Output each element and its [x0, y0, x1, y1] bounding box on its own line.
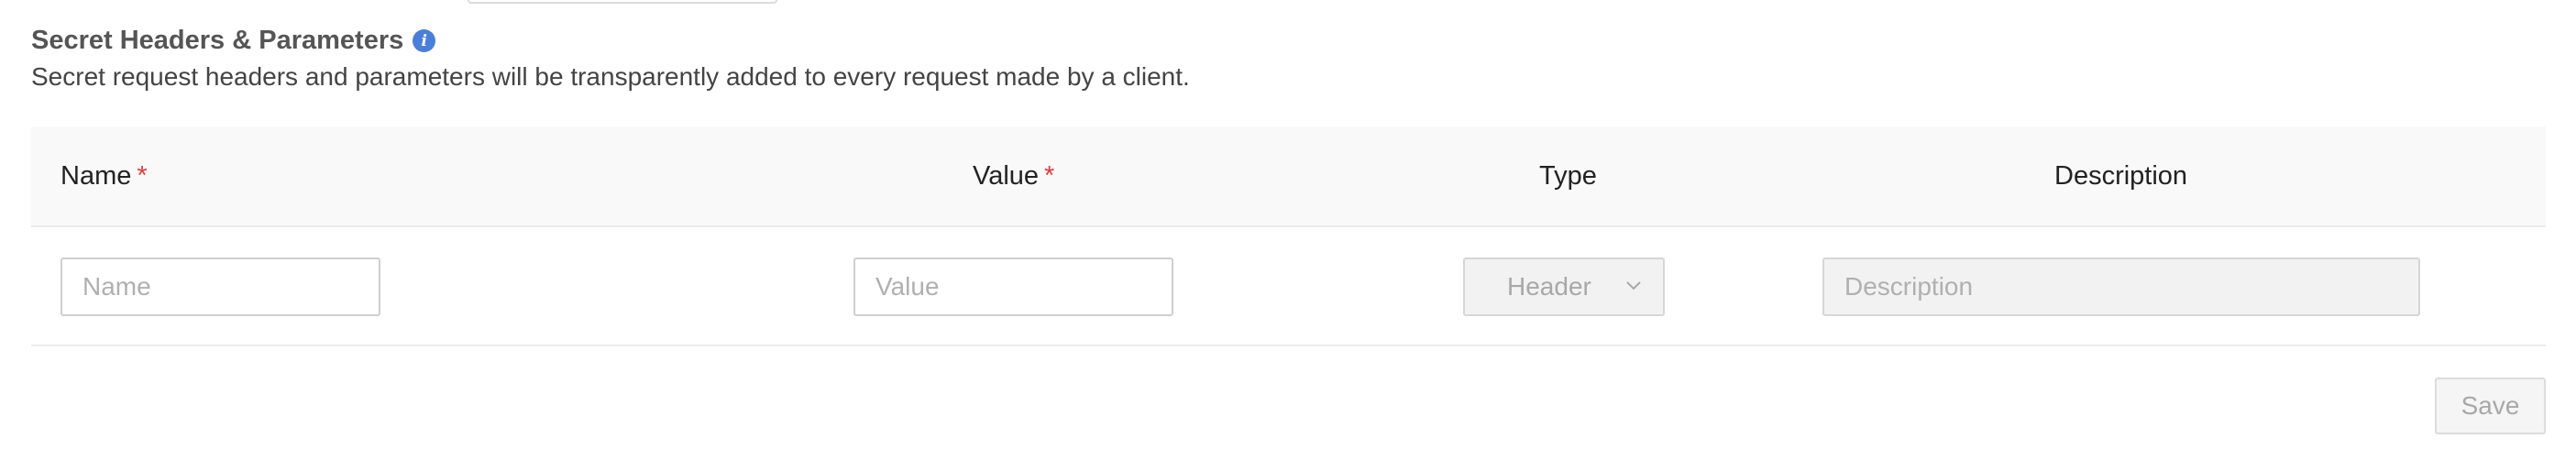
chevron-down-icon — [1626, 281, 1641, 290]
section-description: Secret request headers and parameters wi… — [31, 62, 1190, 91]
type-select-value: Header — [1507, 272, 1591, 301]
previous-input-bottom-edge — [468, 0, 777, 4]
table-row: Header — [31, 227, 2546, 346]
table-header: Name * Value * Type Description — [31, 126, 2546, 227]
column-header-type: Type — [1539, 126, 1597, 225]
type-select[interactable]: Header — [1463, 257, 1665, 316]
value-input[interactable] — [853, 257, 1173, 316]
column-header-description: Description — [2054, 126, 2187, 225]
required-marker: * — [137, 160, 148, 191]
required-marker: * — [1044, 160, 1055, 191]
description-input[interactable] — [1822, 257, 2420, 316]
info-icon[interactable]: i — [413, 29, 436, 52]
column-header-name: Name * — [61, 126, 148, 225]
section-title: Secret Headers & Parameters — [31, 26, 404, 55]
column-header-value: Value * — [973, 126, 1054, 225]
column-label-name: Name — [61, 160, 132, 191]
column-label-type: Type — [1539, 160, 1597, 191]
section-header: Secret Headers & Parameters i — [31, 26, 436, 56]
column-label-value: Value — [973, 160, 1040, 191]
name-input[interactable] — [61, 257, 380, 316]
save-button[interactable]: Save — [2435, 378, 2546, 434]
column-label-description: Description — [2054, 160, 2188, 191]
